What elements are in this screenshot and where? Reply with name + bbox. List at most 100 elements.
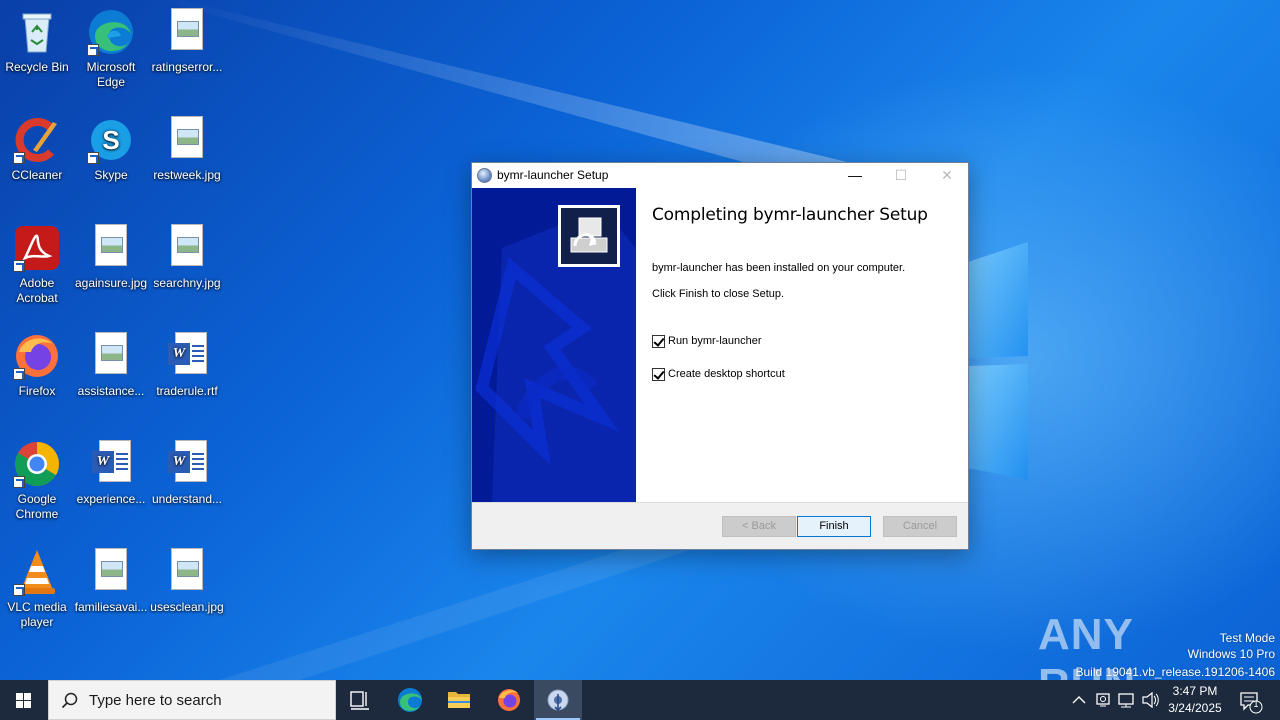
desktop-icon-skype[interactable]: S Skype — [73, 116, 149, 183]
show-hidden-icons-button[interactable] — [1068, 680, 1090, 720]
desktop-icon-vlc-media-player[interactable]: VLC media player — [0, 548, 75, 630]
desktop-icon-label: CCleaner — [11, 168, 63, 182]
back-button: < Back — [722, 516, 796, 537]
desktop-icon-againsure[interactable]: againsure.jpg — [73, 224, 149, 291]
task-view-button[interactable] — [336, 680, 384, 720]
tray-device-button[interactable] — [1093, 680, 1113, 720]
close-instruction: Click Finish to close Setup. — [652, 288, 785, 300]
image-file-icon — [87, 224, 135, 272]
finish-button[interactable]: Finish — [797, 516, 871, 537]
setup-app-icon — [477, 168, 492, 183]
desktop-icon-label: usesclean.jpg — [150, 600, 224, 614]
desktop-icon-firefox[interactable]: Firefox — [0, 332, 75, 399]
taskbar-edge[interactable] — [386, 680, 434, 720]
taskbar-file-explorer[interactable] — [435, 680, 483, 720]
desktop-icon-familiesavai[interactable]: familiesavai... — [73, 548, 149, 615]
cancel-button: Cancel — [883, 516, 957, 537]
desktop-icon-label: restweek.jpg — [153, 168, 221, 182]
installer-logo-icon — [558, 205, 620, 267]
clock-date: 3/24/2025 — [1168, 701, 1222, 715]
image-file-icon — [163, 224, 211, 272]
notification-count-badge: 1 — [1253, 699, 1259, 709]
search-placeholder: Type here to search — [89, 692, 222, 709]
clock-time: 3:47 PM — [1172, 684, 1218, 698]
dialog-divider — [472, 502, 968, 503]
taskbar-firefox[interactable] — [485, 680, 533, 720]
desktop-icon-label: Recycle Bin — [5, 60, 69, 74]
desktop-icon-assistance[interactable]: assistance... — [73, 332, 149, 399]
windows-logo-icon — [16, 693, 32, 709]
maximize-button: ☐ — [894, 167, 908, 183]
desktop-icon-searchny[interactable]: searchny.jpg — [149, 224, 225, 291]
image-file-icon — [87, 332, 135, 380]
svg-text:S: S — [102, 125, 119, 155]
run-app-checkbox[interactable] — [652, 335, 665, 348]
desktop-icon-adobe-acrobat[interactable]: Adobe Acrobat — [0, 224, 75, 306]
taskbar-search-box[interactable]: Type here to search — [48, 680, 336, 720]
file-explorer-icon — [448, 692, 470, 708]
setup-app-icon — [547, 689, 569, 712]
desktop-shortcut-checkbox[interactable] — [652, 368, 665, 381]
network-button[interactable] — [1116, 680, 1138, 720]
microsoft-edge-icon — [398, 688, 422, 712]
test-mode-label: Test Mode — [1219, 631, 1275, 645]
dialog-titlebar[interactable]: bymr-launcher Setup — ☐ ✕ — [472, 163, 968, 188]
desktop-icon-label: ratingserror... — [151, 60, 223, 74]
desktop-icon-label: experience... — [76, 492, 146, 506]
desktop-icon-label: Firefox — [18, 384, 56, 398]
skype-icon: S — [87, 116, 135, 164]
desktop-icon-usesclean[interactable]: usesclean.jpg — [149, 548, 225, 615]
word-document-icon: W — [87, 440, 135, 488]
search-icon — [61, 692, 78, 709]
desktop-icon-traderule[interactable]: W traderule.rtf — [149, 332, 225, 399]
installer-banner — [472, 188, 636, 502]
firefox-icon — [498, 689, 520, 711]
volume-icon — [1142, 691, 1159, 709]
shortcut-arrow-icon — [13, 152, 25, 164]
shortcut-arrow-icon — [13, 368, 25, 380]
vlc-cone-icon — [13, 548, 61, 596]
installed-message: bymr-launcher has been installed on your… — [652, 262, 906, 274]
desktop-icon-label: traderule.rtf — [156, 384, 218, 398]
desktop-icon-ratingserror[interactable]: ratingserror... — [149, 8, 225, 75]
desktop-icon-label: VLC media player — [7, 600, 67, 629]
desktop-icon-label: understand... — [151, 492, 223, 506]
adobe-acrobat-icon — [13, 224, 61, 272]
minimize-button[interactable]: — — [832, 163, 878, 188]
image-file-icon — [163, 8, 211, 56]
desktop-icon-label: searchny.jpg — [153, 276, 221, 290]
microsoft-edge-icon — [87, 8, 135, 56]
desktop-icon-google-chrome[interactable]: Google Chrome — [0, 440, 75, 522]
word-document-icon: W — [163, 440, 211, 488]
desktop-shortcut-checkbox-label[interactable]: Create desktop shortcut — [668, 368, 785, 380]
windows-build-label: Build 19041.vb_release.191206-1406 — [1075, 665, 1276, 679]
windows-edition-label: Windows 10 Pro — [1187, 647, 1275, 661]
ccleaner-icon — [13, 116, 61, 164]
taskbar: Type here to search 3:47 PM 3/24/2025 1 — [0, 680, 1280, 720]
desktop-icon-recycle-bin[interactable]: Recycle Bin — [0, 8, 75, 75]
chevron-up-icon — [1072, 696, 1086, 704]
desktop-icon-restweek[interactable]: restweek.jpg — [149, 116, 225, 183]
image-file-icon — [163, 116, 211, 164]
shortcut-arrow-icon — [13, 584, 25, 596]
desktop-icon-understand[interactable]: W understand... — [149, 440, 225, 507]
shortcut-arrow-icon — [13, 476, 25, 488]
action-center-button[interactable]: 1 — [1234, 680, 1274, 720]
image-file-icon — [87, 548, 135, 596]
volume-button[interactable] — [1140, 680, 1162, 720]
desktop-icon-ccleaner[interactable]: CCleaner — [0, 116, 75, 183]
desktop-icon-label: assistance... — [77, 384, 145, 398]
desktop-icon-label: familiesavai... — [74, 600, 148, 614]
image-file-icon — [163, 548, 211, 596]
desktop-icon-experience[interactable]: W experience... — [73, 440, 149, 507]
taskbar-clock[interactable]: 3:47 PM 3/24/2025 — [1160, 683, 1230, 717]
shortcut-arrow-icon — [13, 260, 25, 272]
dialog-title: bymr-launcher Setup — [497, 168, 609, 182]
desktop-icon-microsoft-edge[interactable]: Microsoft Edge — [73, 8, 149, 90]
shortcut-arrow-icon — [87, 44, 99, 56]
run-app-checkbox-label[interactable]: Run bymr-launcher — [668, 335, 762, 347]
start-button[interactable] — [0, 680, 48, 720]
shortcut-arrow-icon — [87, 152, 99, 164]
desktop-icon-label: Adobe Acrobat — [16, 276, 58, 305]
taskbar-setup-app[interactable] — [534, 680, 582, 720]
